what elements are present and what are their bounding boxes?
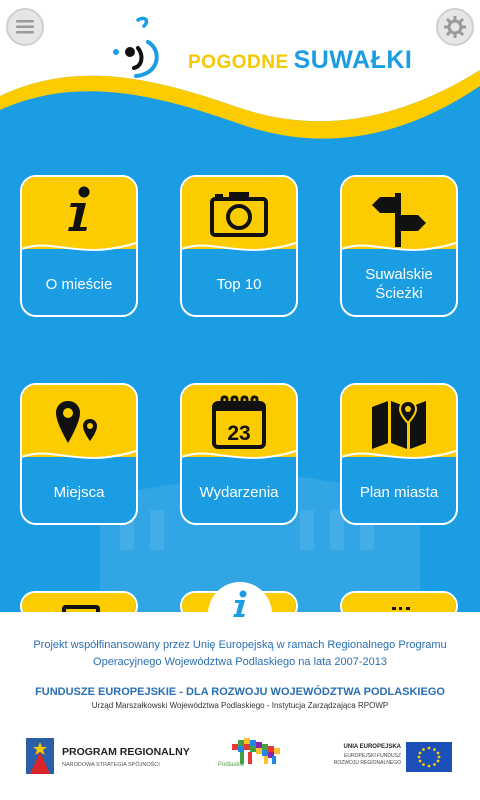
- tile-label: Wydarzenia: [199, 483, 279, 501]
- header: POGODNE SUWAŁKI: [0, 0, 480, 150]
- eu-flag-logo: [406, 742, 452, 772]
- camera-icon: [210, 192, 268, 237]
- program-regionalny-logo: [26, 738, 54, 774]
- map-icon: [372, 399, 426, 449]
- eu-title: UNIA EUROPEJSKA: [343, 744, 401, 750]
- logo-word-2: SUWAŁKI: [293, 46, 413, 74]
- tile-wydarzenia[interactable]: 23 Wydarzenia: [180, 383, 298, 525]
- tile-o-miescie[interactable]: O mieście: [20, 175, 138, 317]
- tile-miejsca[interactable]: Miejsca: [20, 383, 138, 525]
- program-subtitle: NARODOWA STRATEGIA SPÓJNOŚCI: [62, 762, 160, 768]
- tile-label: Top 10: [216, 275, 262, 293]
- program-title: PROGRAM REGIONALNY: [62, 746, 190, 758]
- tile-label: Miejsca: [53, 483, 105, 501]
- footer-text-1: Projekt współfinansowany przez Unię Euro…: [33, 639, 447, 651]
- settings-button[interactable]: [436, 8, 474, 46]
- gear-icon: [444, 16, 466, 38]
- info-button[interactable]: [208, 582, 272, 646]
- signpost-icon: [372, 193, 426, 247]
- podlaskie-label: Podlaskie: [218, 762, 245, 768]
- eu-fund-line-1: EUROPEJSKI FUNDUSZ: [344, 753, 401, 759]
- eu-fund-line-2: ROZWOJU REGIONALNEGO: [333, 760, 401, 766]
- footer-text-3: FUNDUSZE EUROPEJSKIE - DLA ROZWOJU WOJEW…: [35, 686, 445, 698]
- menu-button[interactable]: [6, 8, 44, 46]
- info-icon: [68, 186, 90, 231]
- tile-top-10[interactable]: Top 10: [180, 175, 298, 317]
- info-icon: [233, 590, 247, 617]
- app-logo: POGODNE SUWAŁKI: [108, 16, 412, 82]
- footer-text-4: Urząd Marszałkowski Województwa Podlaski…: [91, 701, 389, 710]
- tile-plan-miasta[interactable]: Plan miasta: [340, 383, 458, 525]
- tile-label: Suwalskie Ścieżki: [365, 266, 433, 302]
- sponsor-logos: PROGRAM REGIONALNY NARODOWA STRATEGIA SP…: [0, 738, 480, 782]
- tile-label: O mieście: [45, 275, 113, 293]
- logo-mark-icon: [113, 16, 159, 78]
- hamburger-icon: [16, 20, 34, 34]
- tile-label: Plan miasta: [359, 483, 439, 501]
- map-pins-icon: [56, 401, 97, 443]
- tile-suwalskie-sciezki[interactable]: Suwalskie Ścieżki: [340, 175, 458, 317]
- calendar-day: 23: [227, 422, 250, 445]
- logo-word-1: POGODNE: [188, 52, 289, 73]
- calendar-icon: 23: [212, 395, 266, 449]
- footer-text-2: Operacyjnego Województwa Podlaskiego na …: [93, 656, 387, 668]
